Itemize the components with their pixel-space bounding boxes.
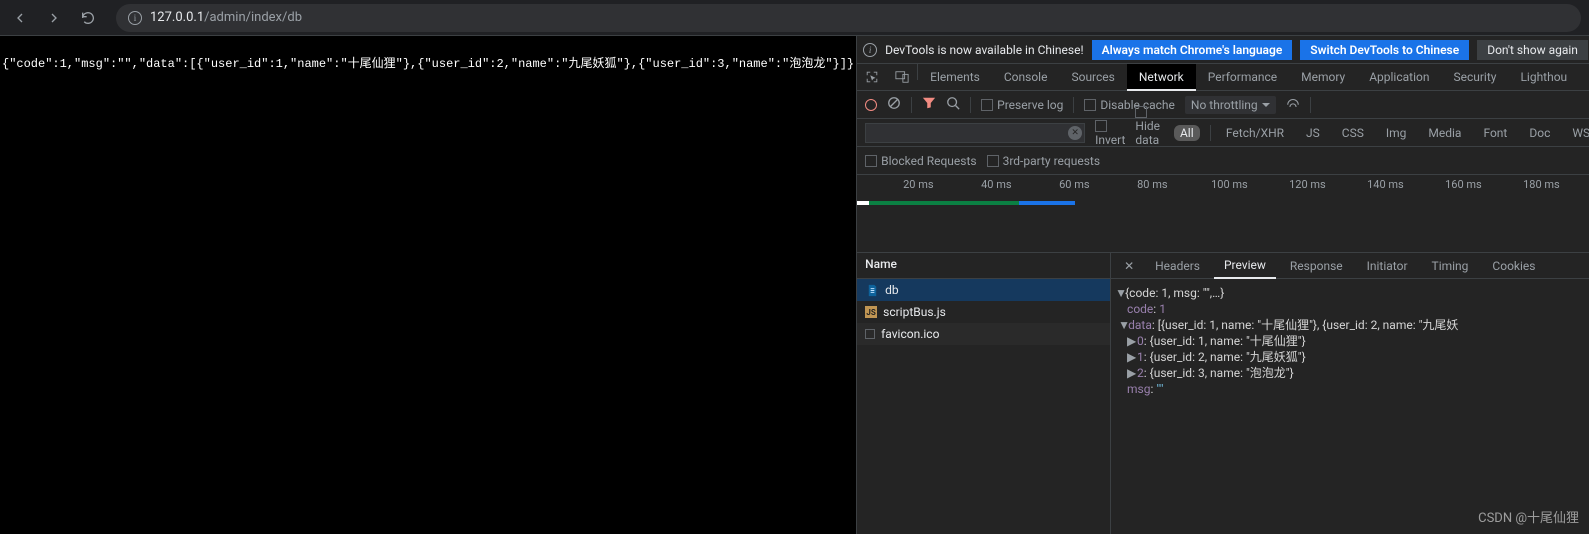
filter-img[interactable]: Img xyxy=(1380,125,1413,141)
request-row-db[interactable]: db xyxy=(857,279,1110,301)
tab-network[interactable]: Network xyxy=(1127,64,1196,91)
tick-60ms: 60 ms xyxy=(1059,178,1089,191)
dtab-cookies[interactable]: Cookies xyxy=(1482,253,1545,278)
tick-80ms: 80 ms xyxy=(1137,178,1167,191)
blocked-requests-checkbox[interactable]: Blocked Requests xyxy=(865,154,976,168)
network-toolbar-3: Blocked Requests 3rd-party requests xyxy=(857,147,1589,175)
tab-memory[interactable]: Memory xyxy=(1289,64,1357,90)
request-list-panel: Name db JS scriptBus.js favicon.ico xyxy=(857,253,1111,534)
dtab-headers[interactable]: Headers xyxy=(1145,253,1210,278)
devtools-tabs: Elements Console Sources Network Perform… xyxy=(857,64,1589,91)
tab-sources[interactable]: Sources xyxy=(1059,64,1126,90)
tab-console[interactable]: Console xyxy=(992,64,1060,90)
filter-doc[interactable]: Doc xyxy=(1523,125,1556,141)
banner-text: DevTools is now available in Chinese! xyxy=(885,43,1083,57)
nav-reload-button[interactable] xyxy=(76,6,100,30)
devtools-panel: i DevTools is now available in Chinese! … xyxy=(856,36,1589,534)
request-row-scriptbus[interactable]: JS scriptBus.js xyxy=(857,301,1110,323)
request-name: db xyxy=(885,283,899,297)
tick-140ms: 140 ms xyxy=(1367,178,1404,191)
address-bar[interactable]: i 127.0.0.1/admin/index/db xyxy=(116,4,1581,32)
tab-security[interactable]: Security xyxy=(1441,64,1508,90)
filter-css[interactable]: CSS xyxy=(1336,125,1370,141)
watermark: CSDN @十尾仙狸 xyxy=(1478,507,1579,526)
tick-40ms: 40 ms xyxy=(981,178,1011,191)
filter-icon[interactable] xyxy=(922,96,936,113)
request-row-favicon[interactable]: favicon.ico xyxy=(857,323,1110,345)
nav-forward-button[interactable] xyxy=(42,6,66,30)
document-icon xyxy=(865,283,879,297)
filter-js[interactable]: JS xyxy=(1300,125,1326,141)
request-list-header[interactable]: Name xyxy=(857,253,1110,279)
page-content: {"code":1,"msg":"","data":[{"user_id":1,… xyxy=(0,36,856,534)
nav-back-button[interactable] xyxy=(8,6,32,30)
detail-tabs: ✕ Headers Preview Response Initiator Tim… xyxy=(1111,253,1589,279)
invert-checkbox[interactable]: Invert xyxy=(1095,119,1125,147)
filter-ws[interactable]: WS xyxy=(1566,125,1589,141)
preview-tree[interactable]: ▼ {code: 1, msg: "",…} code: 1 ▼ data: [… xyxy=(1111,279,1589,534)
request-name: scriptBus.js xyxy=(883,305,946,319)
filter-all[interactable]: All xyxy=(1174,125,1200,141)
url-text: 127.0.0.1/admin/index/db xyxy=(150,10,302,25)
favicon-icon xyxy=(865,329,875,339)
filter-input[interactable]: ✕ xyxy=(865,123,1085,143)
switch-chinese-button[interactable]: Switch DevTools to Chinese xyxy=(1300,40,1469,60)
third-party-checkbox[interactable]: 3rd-party requests xyxy=(987,154,1100,168)
record-button[interactable] xyxy=(865,99,877,111)
dtab-preview[interactable]: Preview xyxy=(1214,253,1276,279)
tick-180ms: 180 ms xyxy=(1523,178,1560,191)
info-icon: i xyxy=(863,43,877,57)
search-icon[interactable] xyxy=(946,96,960,113)
js-icon: JS xyxy=(865,306,877,318)
match-language-button[interactable]: Always match Chrome's language xyxy=(1092,40,1293,60)
dtab-initiator[interactable]: Initiator xyxy=(1357,253,1418,278)
device-toolbar-icon[interactable] xyxy=(887,64,917,90)
request-name: favicon.ico xyxy=(881,327,939,341)
close-detail-icon[interactable]: ✕ xyxy=(1117,253,1141,278)
preserve-log-checkbox[interactable]: Preserve log xyxy=(981,98,1063,112)
throttling-select[interactable]: No throttling xyxy=(1185,96,1276,114)
filter-fetchxhr[interactable]: Fetch/XHR xyxy=(1220,125,1290,141)
tab-performance[interactable]: Performance xyxy=(1196,64,1289,90)
network-conditions-icon[interactable] xyxy=(1286,96,1300,113)
network-toolbar-2: ✕ Invert Hide data URLs All Fetch/XHR JS… xyxy=(857,119,1589,147)
tick-100ms: 100 ms xyxy=(1211,178,1248,191)
devtools-banner: i DevTools is now available in Chinese! … xyxy=(857,36,1589,64)
network-timeline[interactable]: 20 ms 40 ms 60 ms 80 ms 100 ms 120 ms 14… xyxy=(857,175,1589,253)
tick-20ms: 20 ms xyxy=(903,178,933,191)
network-toolbar-1: Preserve log Disable cache No throttling xyxy=(857,91,1589,119)
tab-lighthouse[interactable]: Lighthou xyxy=(1508,64,1579,90)
clear-filter-icon[interactable]: ✕ xyxy=(1068,126,1082,140)
request-detail-panel: ✕ Headers Preview Response Initiator Tim… xyxy=(1111,253,1589,534)
inspect-icon[interactable] xyxy=(857,64,887,90)
tab-elements[interactable]: Elements xyxy=(918,64,992,90)
clear-button[interactable] xyxy=(887,96,901,113)
dtab-timing[interactable]: Timing xyxy=(1422,253,1479,278)
filter-font[interactable]: Font xyxy=(1477,125,1513,141)
tick-160ms: 160 ms xyxy=(1445,178,1482,191)
browser-toolbar: i 127.0.0.1/admin/index/db xyxy=(0,0,1589,36)
filter-media[interactable]: Media xyxy=(1422,125,1467,141)
tab-application[interactable]: Application xyxy=(1357,64,1441,90)
info-icon: i xyxy=(128,11,142,25)
dont-show-button[interactable]: Don't show again xyxy=(1477,40,1588,60)
dtab-response[interactable]: Response xyxy=(1280,253,1353,278)
tick-120ms: 120 ms xyxy=(1289,178,1326,191)
